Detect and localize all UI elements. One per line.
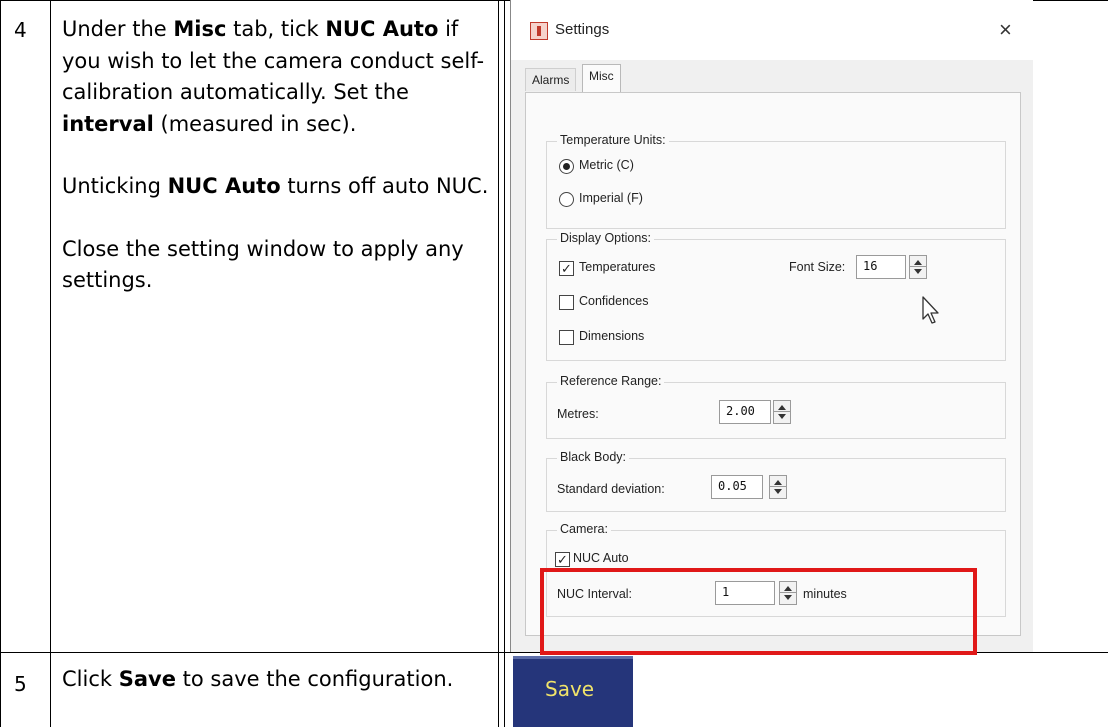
thermal-camera-app-icon [530,22,548,40]
instruction-paragraph: Unticking NUC Auto turns off auto NUC. [62,174,489,198]
metres-label: Metres: [557,407,599,421]
mouse-pointer-icon [922,296,939,324]
standard-deviation-label: Standard deviation: [557,482,665,496]
tab-misc[interactable]: Misc [582,64,621,92]
instruction-paragraph: Under the Misc tab, tick NUC Auto if you… [62,17,485,136]
font-size-stepper[interactable] [909,255,927,279]
close-icon[interactable]: × [999,17,1012,43]
settings-window: Settings × Alarms Misc Temperature Units… [510,0,1033,652]
group-label: Temperature Units: [557,133,669,147]
chevron-up-icon [914,260,922,265]
group-label: Black Body: [557,450,630,464]
metric-label: Metric (C) [579,158,634,172]
black-body-group: Black Body: Standard deviation: 0.05 [546,450,1006,512]
number-column-divider [50,0,51,727]
step-number: 4 [14,18,27,42]
instruction-paragraph: Click Save to save the configuration. [62,667,454,691]
metres-field[interactable]: 2.00 [719,400,771,424]
save-button[interactable]: Save [513,656,633,727]
metres-stepper[interactable] [773,400,791,424]
table-left-border [0,0,1,727]
nuc-auto-label: NUC Auto [573,551,629,565]
chevron-up-icon [774,480,782,485]
font-size-field[interactable]: 16 [856,255,906,279]
save-button-label: Save [545,677,595,701]
instruction-paragraph: Close the setting window to apply any se… [62,236,464,293]
highlight-box [540,568,977,655]
metric-radio[interactable] [559,159,574,174]
temperatures-label: Temperatures [579,260,656,274]
chevron-up-icon [778,405,786,410]
misc-tab-panel: Temperature Units: Metric (C) Imperial (… [525,92,1021,636]
group-label: Reference Range: [557,374,665,388]
step-instructions: Click Save to save the configuration. [62,664,502,696]
group-label: Display Options: [557,231,655,245]
title-bar: Settings × [511,0,1033,60]
dimensions-label: Dimensions [579,329,645,343]
reference-range-group: Reference Range: Metres: 2.00 [546,374,1006,439]
nuc-auto-checkbox[interactable]: ✓ [555,552,570,567]
step-instructions: Under the Misc tab, tick NUC Auto if you… [62,14,502,297]
step-number: 5 [14,672,27,696]
standard-deviation-stepper[interactable] [769,475,787,499]
temperatures-checkbox[interactable]: ✓ [559,261,574,276]
text-column-divider-double [504,0,505,727]
dimensions-checkbox[interactable] [559,330,574,345]
imperial-label: Imperial (F) [579,191,643,205]
imperial-radio[interactable] [559,192,574,207]
group-label: Camera: [557,522,611,536]
chevron-down-icon [778,414,786,419]
window-title: Settings [555,21,610,38]
chevron-down-icon [914,269,922,274]
temperature-units-group: Temperature Units: Metric (C) Imperial (… [546,133,1006,229]
font-size-label: Font Size: [789,260,846,274]
chevron-down-icon [774,489,782,494]
confidences-label: Confidences [579,294,649,308]
tab-alarms[interactable]: Alarms [525,68,577,91]
confidences-checkbox[interactable] [559,295,574,310]
standard-deviation-field[interactable]: 0.05 [711,475,763,499]
